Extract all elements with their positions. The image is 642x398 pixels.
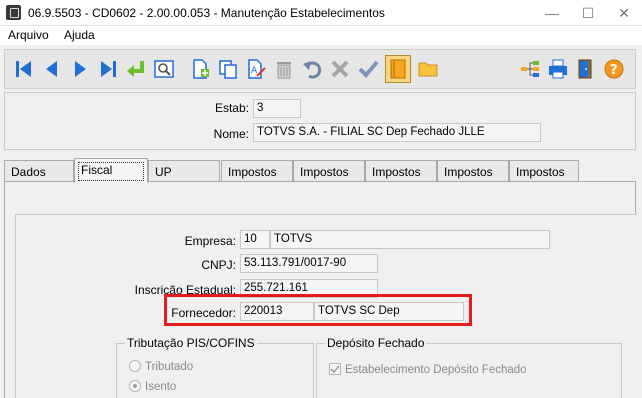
edit-icon: A	[248, 59, 266, 79]
tab-up[interactable]: UP	[148, 160, 220, 182]
help-icon: ?	[604, 59, 624, 79]
close-button[interactable]: ✕	[606, 0, 642, 26]
previous-record-icon	[46, 61, 57, 77]
svg-text:A: A	[251, 66, 258, 76]
last-record-icon	[101, 61, 116, 77]
deposito-fechado-checkbox[interactable]	[329, 363, 341, 375]
first-record-icon	[16, 61, 31, 77]
book-button[interactable]	[385, 55, 411, 83]
undo-icon	[303, 61, 322, 79]
estab-label: Estab:	[214, 101, 249, 115]
maximize-button[interactable]: ☐	[570, 0, 606, 26]
svg-text:?: ?	[610, 63, 618, 78]
cancel-button[interactable]	[327, 55, 353, 83]
radio-tributado[interactable]: Tributado	[129, 360, 193, 373]
goto-icon	[127, 61, 144, 77]
radio-isento-circle[interactable]	[129, 380, 141, 392]
next-record-icon	[75, 61, 86, 77]
confirm-icon	[358, 60, 379, 78]
folder-button[interactable]	[415, 55, 441, 83]
app-icon	[6, 5, 21, 20]
goto-button[interactable]	[123, 55, 149, 83]
cnpj-label: CNPJ:	[201, 258, 236, 272]
delete-icon	[277, 62, 291, 79]
tab-impostos-4[interactable]: Impostos 4	[437, 160, 509, 193]
title-bar: 06.9.5503 - CD0602 - 2.00.00.053 - Manut…	[0, 0, 642, 26]
window-title: 06.9.5503 - CD0602 - 2.00.00.053 - Manut…	[28, 6, 385, 20]
hierarchy-icon	[521, 61, 539, 77]
tab-impostos-5[interactable]: Impostos 5	[509, 160, 579, 193]
exit-button[interactable]	[573, 55, 599, 83]
radio-tributado-label: Tributado	[145, 361, 194, 373]
add-button[interactable]	[187, 55, 213, 83]
estab-field[interactable]: 3	[253, 99, 301, 118]
tab-impostos-1[interactable]: Impostos 1	[221, 160, 293, 193]
minimize-button[interactable]: —	[534, 0, 570, 26]
add-icon	[193, 59, 209, 79]
copy-button[interactable]	[215, 55, 241, 83]
pis-cofins-group-title: Tributação PIS/COFINS	[125, 336, 257, 350]
help-button[interactable]: ?	[601, 55, 627, 83]
radio-isento[interactable]: Isento	[129, 380, 176, 393]
deposito-fechado-checkbox-row[interactable]: Estabelecimento Depósito Fechado	[329, 363, 527, 376]
pis-cofins-group: Tributação PIS/COFINS Tributado Isento	[116, 336, 314, 398]
copy-icon	[219, 60, 237, 79]
last-record-button[interactable]	[95, 55, 121, 83]
toolbar: A ?	[4, 49, 636, 89]
header-panel: Estab: 3 Nome: TOTVS S.A. - FILIAL SC De…	[4, 92, 636, 150]
deposito-fechado-group-title: Depósito Fechado	[325, 336, 427, 350]
print-icon	[549, 59, 567, 79]
empresa-name-field: TOTVS	[270, 230, 550, 249]
exit-icon	[578, 59, 592, 79]
tab-strip: Dados Fiscal UP Impostos 1 Impostos 2 Im…	[4, 158, 636, 193]
tab-dados[interactable]: Dados	[4, 160, 74, 182]
menu-arquivo[interactable]: Arquivo	[8, 28, 49, 42]
empresa-code-field[interactable]: 10	[240, 230, 270, 249]
delete-button[interactable]	[271, 55, 297, 83]
print-button[interactable]	[545, 55, 571, 83]
previous-record-button[interactable]	[39, 55, 65, 83]
first-record-button[interactable]	[11, 55, 37, 83]
checkmark-icon	[330, 365, 340, 374]
search-icon	[154, 60, 174, 78]
hierarchy-button[interactable]	[517, 55, 543, 83]
menu-bar: Arquivo Ajuda	[0, 26, 642, 45]
empresa-label: Empresa:	[184, 234, 236, 248]
search-button[interactable]	[151, 55, 177, 83]
folder-icon	[418, 62, 438, 77]
nome-field[interactable]: TOTVS S.A. - FILIAL SC Dep Fechado JLLE	[253, 123, 541, 142]
deposito-fechado-checkbox-label: Estabelecimento Depósito Fechado	[345, 364, 527, 376]
cancel-icon	[331, 60, 349, 78]
confirm-button[interactable]	[355, 55, 381, 83]
next-record-button[interactable]	[67, 55, 93, 83]
edit-button[interactable]: A	[243, 55, 269, 83]
tab-impostos-2[interactable]: Impostos 2	[293, 160, 365, 193]
radio-isento-label: Isento	[145, 381, 177, 393]
tab-fiscal[interactable]: Fiscal	[74, 158, 148, 183]
book-icon	[390, 59, 406, 79]
nome-label: Nome:	[213, 127, 249, 141]
tab-impostos-3[interactable]: Impostos 3	[365, 160, 437, 193]
undo-button[interactable]	[299, 55, 325, 83]
cnpj-field[interactable]: 53.113.791/0017-90	[240, 254, 378, 273]
menu-ajuda[interactable]: Ajuda	[64, 28, 95, 42]
fornecedor-highlight-box	[164, 294, 472, 326]
deposito-fechado-group: Depósito Fechado Estabelecimento Depósit…	[316, 336, 622, 398]
radio-tributado-circle[interactable]	[129, 360, 141, 372]
